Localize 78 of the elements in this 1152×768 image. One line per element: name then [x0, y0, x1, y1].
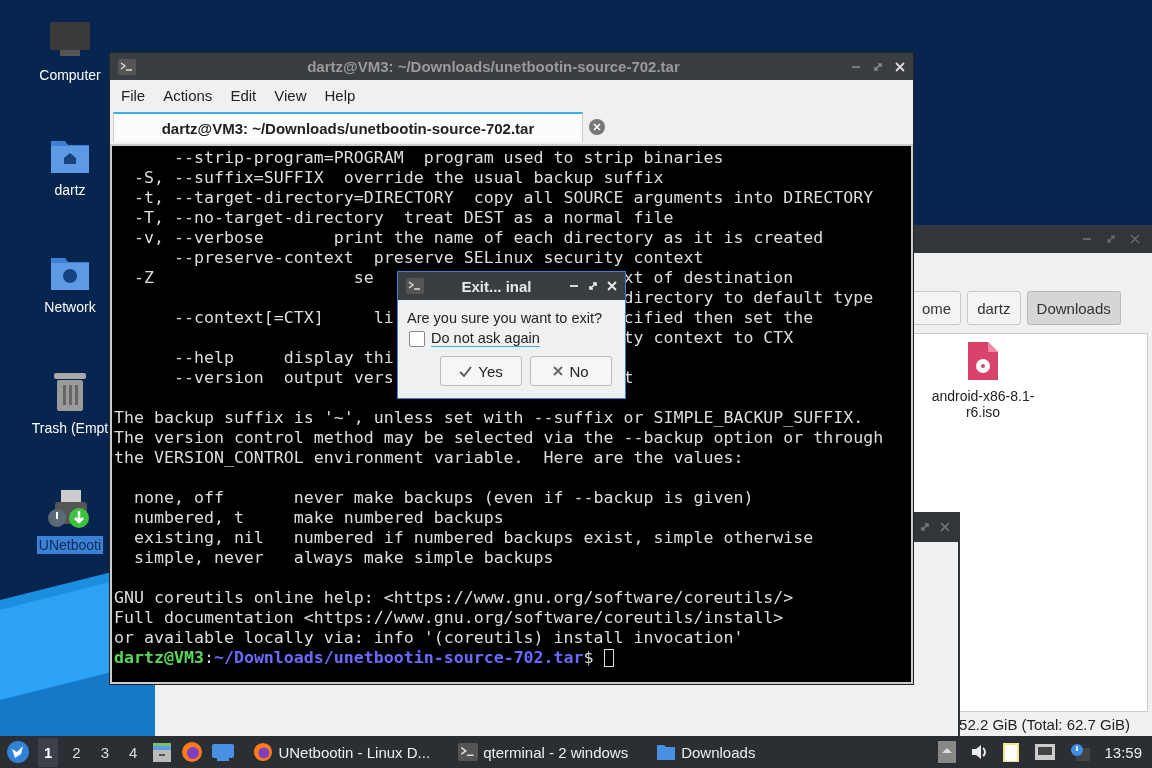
menu-item[interactable]: File [112, 86, 155, 104]
checkbox-label[interactable]: Do not ask again [431, 330, 540, 347]
terminal-text: t [623, 368, 634, 388]
disc-image-file-icon[interactable] [966, 340, 1000, 382]
desktop-icon-label[interactable]: Trash (Empt [29, 419, 111, 437]
terminal-text: --context[=CTX] li [172, 308, 394, 328]
taskbar-window-button[interactable]: qterminal - 2 windows [448, 736, 639, 768]
eject-icon[interactable] [938, 741, 957, 763]
terminal-text: --strip-program=PROGRAM program used to strip binaries [172, 148, 724, 168]
terminal-icon [406, 278, 424, 294]
desktop-icon-label[interactable]: Computer [37, 66, 103, 84]
menu-item[interactable]: View [265, 86, 316, 104]
prompt-text: $ [583, 648, 594, 668]
taskbar-window-button[interactable]: UNetbootin - Linux D... [243, 736, 441, 768]
terminal-text: -t, --target-directory=DIRECTORY copy all SOURCE arguments into DIRECTORY [132, 188, 874, 208]
terminal-text: -T, --no-target-directory treat DEST as a normal file [132, 208, 674, 228]
terminal-text: none, off never make backups (even if --backup is given) [132, 488, 754, 508]
terminal-text: --version output vers [172, 368, 394, 388]
desktop-icon-label[interactable]: dartz [52, 181, 88, 199]
terminal-text: --help display thi [172, 348, 394, 368]
prompt-text: dartz@VM3 [114, 648, 204, 668]
clipboard-icon[interactable] [1002, 741, 1021, 763]
workspace-button[interactable]: 1 [38, 737, 59, 767]
show-desktop-icon[interactable] [211, 742, 236, 762]
folder-icon [656, 743, 677, 761]
terminal-text: existing, nil numbered if numbered backups exist, simple otherwise [132, 528, 814, 548]
terminal-text: -Z se [132, 268, 374, 288]
status-text: 52.2 GiB (Total: 62.7 GiB) [959, 715, 1130, 733]
breadcrumb-button[interactable]: ome [912, 291, 962, 325]
terminal-text: or available locally via: info '(coreutils) install invocation' [114, 628, 744, 648]
desktop-icon-label[interactable]: UNetbooti [36, 536, 104, 554]
terminal-text: directory to default type [623, 288, 874, 308]
terminal-text: GNU coreutils online help: <https://www.gnu.org/software/coreutils/> [114, 588, 794, 608]
terminal-text: ty context to CTX [623, 328, 794, 348]
checkbox[interactable] [409, 330, 425, 347]
close-tab-icon[interactable] [589, 119, 605, 135]
terminal-tab[interactable]: dartz@VM3: ~/Downloads/unetbootin-source-702.tar [113, 112, 583, 142]
clock[interactable]: 13:59 [1104, 743, 1142, 761]
file-name[interactable]: android-x86-8.1-r6.iso [923, 388, 1043, 420]
dialog-message: Are you sure you want to exit? [407, 310, 604, 326]
x-icon [553, 366, 564, 376]
trash-icon[interactable] [52, 371, 88, 413]
text-cursor [603, 649, 614, 667]
yes-button[interactable]: Yes [440, 356, 522, 386]
window-title: dartz@VM3: ~/Downloads/unetbootin-source-702.tar [306, 58, 681, 75]
terminal-text: cified then set the [623, 308, 814, 328]
prompt-text: : [203, 648, 214, 668]
terminal-text: simple, never always make simple backups [132, 548, 554, 568]
file-cabinet-icon[interactable] [151, 741, 174, 763]
workspace-button[interactable]: 4 [123, 737, 144, 767]
volume-icon[interactable] [970, 743, 989, 761]
terminal-text: --preserve-context preserve SELinux security context [172, 248, 704, 268]
terminal-icon [118, 58, 136, 75]
workspace-button[interactable]: 2 [66, 737, 87, 767]
terminal-text: -v, --verbose print the name of each directory as it is created [132, 228, 824, 248]
menu-item[interactable]: Help [315, 86, 365, 104]
taskbar-window-button[interactable]: Downloads [646, 736, 766, 768]
terminal-text: the VERSION_CONTROL environment variable. Here are the values: [114, 448, 744, 468]
notification-icon[interactable] [1070, 743, 1091, 761]
prompt-text: ~/Downloads/unetbootin-source-702.tar [213, 648, 584, 668]
desktop-icon-label[interactable]: Network [42, 298, 98, 316]
workspace-button[interactable]: 3 [94, 737, 116, 767]
terminal-text: The backup suffix is '~', unless set with --suffix or SIMPLE_BACKUP_SUFFIX. [114, 408, 864, 428]
menu-item[interactable]: Edit [221, 86, 266, 104]
dialog-title: Exit... inal [460, 277, 533, 295]
breadcrumb-button[interactable]: dartz [967, 291, 1021, 325]
start-menu-icon[interactable] [6, 740, 30, 764]
terminal-text: numbered, t make numbered backups [132, 508, 504, 528]
network-icon[interactable] [1034, 743, 1057, 761]
no-button[interactable]: No [530, 356, 612, 386]
terminal-text: Full documentation <https://www.gnu.org/software/coreutils/install> [114, 608, 784, 628]
terminal-text: The version control method may be selected via the --backup option or through [114, 428, 884, 448]
terminal-icon [458, 743, 479, 761]
terminal-text: -S, --suffix=SUFFIX override the usual backup suffix [132, 168, 664, 188]
check-icon [459, 365, 473, 377]
breadcrumb-button[interactable]: Downloads [1026, 291, 1121, 325]
dialog-title-bar[interactable]: Exit... inal [398, 272, 625, 300]
menu-item[interactable]: Actions [154, 86, 222, 104]
